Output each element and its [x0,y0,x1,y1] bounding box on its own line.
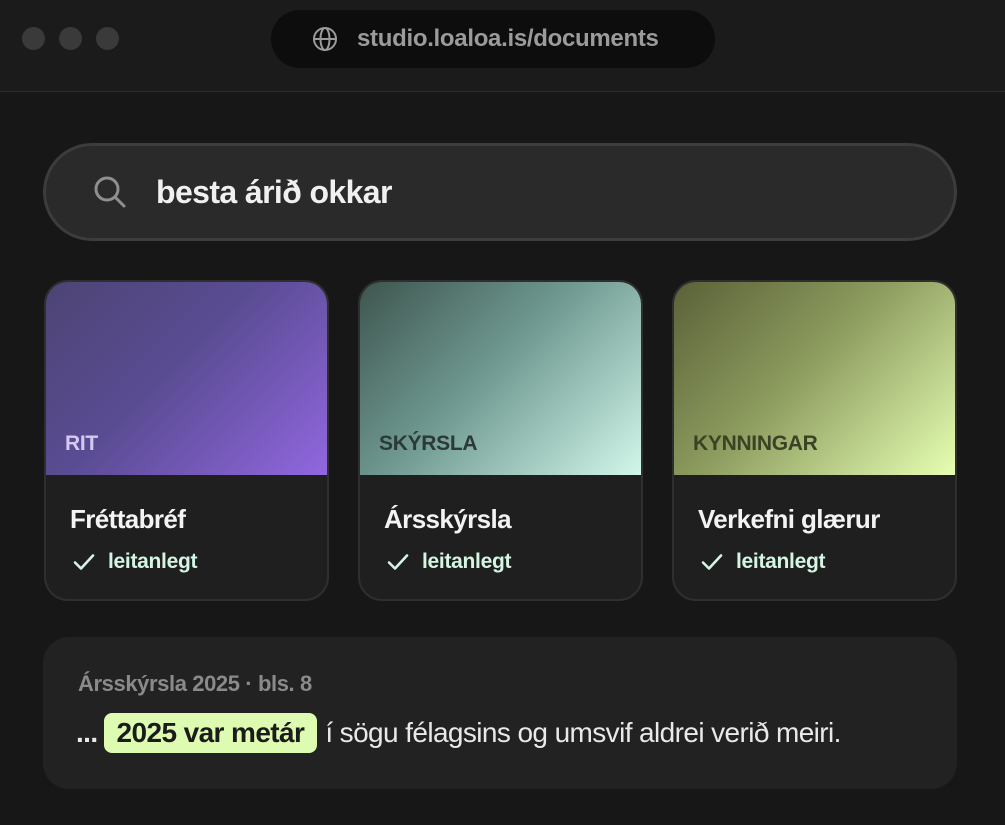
card-title: Verkefni glærur [698,504,880,534]
card-title: Ársskýrsla [384,504,512,534]
app-window: studio.loaloa.is/documents besta árið ok… [0,0,1005,825]
snippet-highlight: 2025 var metár [103,713,318,753]
window-maximize-button[interactable] [96,27,119,50]
status-label: leitanlegt [736,550,826,573]
snippet-text: í sögu félagsins og umsvif aldrei verið … [325,717,841,748]
title-bar: studio.loaloa.is/documents [0,0,1005,92]
search-icon [94,176,126,208]
address-bar[interactable]: studio.loaloa.is/documents [271,10,715,68]
card-thumbnail: SKÝRSLA [360,282,641,475]
card-status: leitanlegt [700,550,825,574]
card-category: KYNNINGAR [693,432,818,455]
snippet-ellipsis: ... [76,717,98,748]
search-result[interactable]: Ársskýrsla 2025 · bls. 8 ... 2025 var me… [43,637,957,789]
card-status: leitanlegt [72,550,197,574]
window-close-button[interactable] [22,27,45,50]
window-minimize-button[interactable] [59,27,82,50]
url-text: studio.loaloa.is/documents [357,25,659,52]
status-label: leitanlegt [108,550,198,573]
document-card-arsskyrsla[interactable]: SKÝRSLA Ársskýrsla leitanlegt [358,280,643,601]
card-status: leitanlegt [386,550,511,574]
document-card-verkefni-glaerur[interactable]: KYNNINGAR Verkefni glærur leitanlegt [672,280,957,601]
check-icon [701,554,723,570]
result-source: Ársskýrsla 2025 · bls. 8 [78,671,312,696]
check-icon [73,554,95,570]
card-thumbnail: KYNNINGAR [674,282,955,475]
search-bar[interactable]: besta árið okkar [43,143,957,241]
card-thumbnail: RIT [46,282,327,475]
card-title: Fréttabréf [70,504,186,534]
check-icon [387,554,409,570]
card-category: SKÝRSLA [379,432,478,455]
result-snippet: ... 2025 var metár í sögu félagsins og u… [76,713,841,753]
card-category: RIT [65,432,98,455]
globe-icon [313,27,337,51]
search-input[interactable]: besta árið okkar [156,174,392,211]
document-card-frettabref[interactable]: RIT Fréttabréf leitanlegt [44,280,329,601]
status-label: leitanlegt [422,550,512,573]
